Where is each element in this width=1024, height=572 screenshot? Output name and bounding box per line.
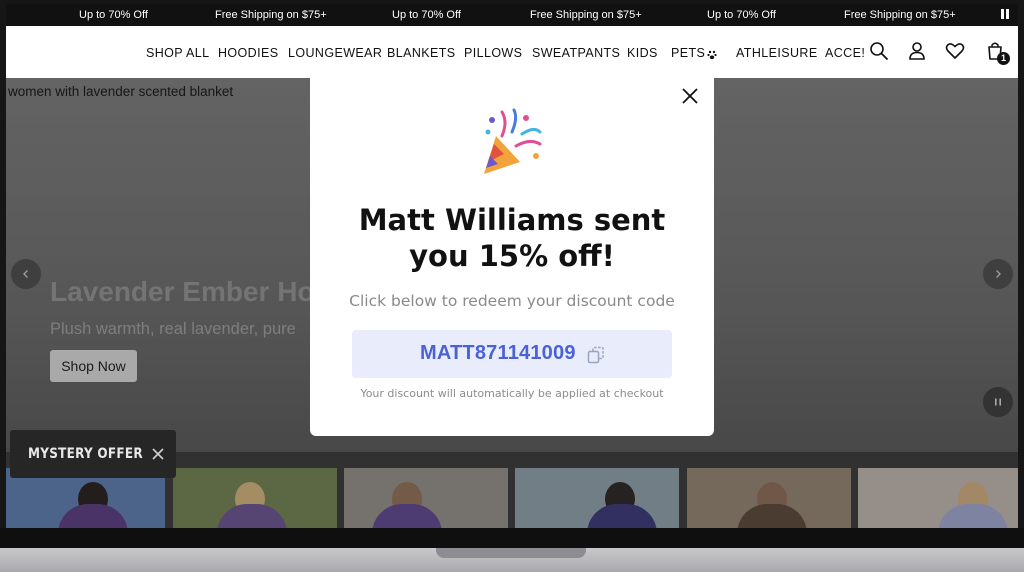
announcement-message: Free Shipping on $75+ [215,9,327,21]
mystery-offer-label: MYSTERY OFFER [28,446,143,462]
discount-code-box[interactable]: MATT871141009 [352,330,672,378]
announcement-message: Up to 70% Off [79,9,148,21]
discount-code: MATT871141009 [420,342,576,364]
model-figure [58,504,128,528]
product-thumbnail[interactable] [515,468,679,528]
product-thumbnail[interactable] [858,468,1018,528]
model-figure [938,504,1008,528]
laptop-notch [436,548,586,558]
mystery-offer-teaser[interactable]: MYSTERY OFFER [10,430,176,478]
nav-item-pets[interactable]: PETS [671,46,705,60]
nav-item-loungewear[interactable]: LOUNGEWEAR [288,46,382,60]
modal-title-line: Matt Williams sent [358,203,666,237]
carousel-pause-button[interactable] [983,387,1013,417]
nav-item-pillows[interactable]: PILLOWS [464,46,522,60]
carousel-next-button[interactable] [983,259,1013,289]
announcement-message: Free Shipping on $75+ [844,9,956,21]
announcement-bar: Up to 70% Off Free Shipping on $75+ Up t… [6,4,1018,26]
modal-title-line: you 15% off! [409,239,615,273]
hero-image-alt-text: women with lavender scented blanket [8,84,234,99]
modal-subtitle: Click below to redeem your discount code [349,292,675,310]
announcement-message: Up to 70% Off [707,9,776,21]
nav-item-athleisure[interactable]: ATHLEISURE [736,46,818,60]
cart-count-badge: 1 [997,52,1010,65]
wishlist-heart-icon[interactable] [944,40,966,62]
hero-subtitle: Plush warmth, real lavender, pure [50,320,296,338]
product-thumbnail[interactable] [344,468,508,528]
shop-now-button[interactable]: Shop Now [50,350,137,382]
product-thumbnail[interactable] [687,468,851,528]
model-figure [372,504,442,528]
close-icon[interactable] [150,446,166,462]
nav-item-blankets[interactable]: BLANKETS [387,46,456,60]
paw-icon [707,50,717,60]
chevron-right-icon [996,270,1001,278]
announcement-message: Up to 70% Off [392,9,461,21]
nav-item-hoodies[interactable]: HOODIES [218,46,278,60]
nav-item-sweatpants[interactable]: SWEATPANTS [532,46,620,60]
model-figure [737,504,807,528]
main-navigation: SHOP ALL HOODIES LOUNGEWEAR BLANKETS PIL… [6,26,1018,78]
laptop-frame: Up to 70% Off Free Shipping on $75+ Up t… [0,0,1024,572]
search-icon[interactable] [868,40,890,62]
model-figure [217,504,287,528]
nav-item-shop-all[interactable]: SHOP ALL [146,46,209,60]
cart-icon[interactable]: 1 [984,40,1010,65]
nav-item-accessories[interactable]: ACCE! [825,46,865,60]
product-thumbnail[interactable] [173,468,337,528]
carousel-prev-button[interactable] [11,259,41,289]
party-popper-icon [484,108,542,174]
browser-viewport: Up to 70% Off Free Shipping on $75+ Up t… [6,4,1018,528]
close-icon[interactable] [680,86,700,106]
pause-icon [995,398,1001,406]
checkout-note: Your discount will automatically be appl… [360,387,664,400]
copy-icon[interactable] [586,345,606,365]
model-figure [587,504,657,528]
announcement-message: Free Shipping on $75+ [530,9,642,21]
discount-modal: Matt Williams sent you 15% off! Click be… [310,78,714,436]
chevron-left-icon [23,270,28,278]
hero-title: Lavender Ember Ho [50,276,315,307]
pause-icon[interactable] [1000,9,1010,21]
modal-title: Matt Williams sent you 15% off! [310,202,714,274]
nav-item-kids[interactable]: KIDS [627,46,658,60]
account-icon[interactable] [906,40,928,62]
laptop-bezel [0,528,1024,548]
